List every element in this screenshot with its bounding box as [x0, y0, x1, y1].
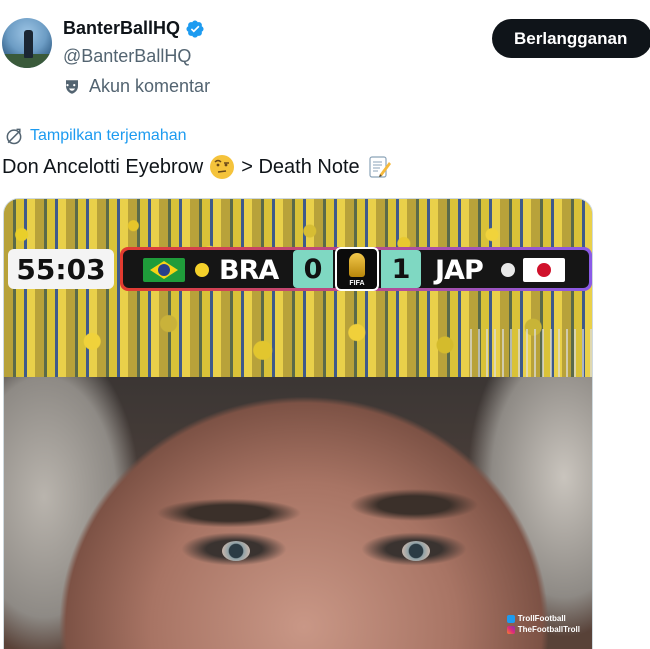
instagram-icon	[506, 625, 515, 634]
watermark-twitter: TrollFootball	[506, 614, 580, 623]
away-team: JAP	[435, 255, 484, 286]
author-display-name[interactable]: BanterBallHQ	[63, 18, 180, 39]
home-score: 0	[293, 250, 333, 288]
match-clock: 55:03	[8, 249, 114, 289]
twitter-bird-icon	[506, 614, 515, 623]
home-color-dot	[195, 263, 209, 277]
watermark: TrollFootball TheFootballTroll	[506, 614, 580, 634]
away-score: 1	[381, 250, 421, 288]
brazil-flag-icon	[143, 258, 185, 282]
score-bar: BRA 0 FIFA 1 JAP	[120, 247, 592, 291]
author-handle[interactable]: @BanterBallHQ	[63, 46, 191, 67]
right-eye	[402, 541, 430, 561]
watermark-instagram-text: TheFootballTroll	[517, 625, 580, 634]
raised-eyebrow-emoji-icon	[210, 155, 235, 179]
ancelotti-face-image: TrollFootball TheFootballTroll	[4, 377, 592, 649]
subscribe-button[interactable]: Berlangganan	[492, 19, 650, 58]
avatar-figure	[24, 30, 33, 58]
world-cup-trophy-icon: FIFA	[335, 247, 379, 291]
scoreboard: 55:03 BRA 0 FIFA 1 JAP	[4, 243, 592, 293]
author-name-row: BanterBallHQ	[63, 18, 205, 39]
translate-globe-icon	[6, 128, 22, 145]
tweet-text-part1: Don Ancelotti Eyebrow	[2, 155, 204, 178]
score-bar-inner: BRA 0 FIFA 1 JAP	[123, 247, 589, 291]
left-eye	[222, 541, 250, 561]
tweet-text-part2: > Death Note	[241, 155, 360, 178]
account-type-label: Akun komentar	[63, 76, 210, 97]
account-type-text: Akun komentar	[89, 76, 211, 96]
watermark-twitter-text: TrollFootball	[517, 614, 566, 623]
watermark-instagram: TheFootballTroll	[506, 625, 580, 634]
translate-link[interactable]: Tampilkan terjemahan	[4, 126, 187, 146]
tweet-media[interactable]: 55:03 BRA 0 FIFA 1 JAP TrollFootball The…	[3, 198, 593, 649]
verified-badge-icon	[186, 19, 204, 38]
away-color-dot	[501, 263, 515, 277]
memo-emoji-icon	[369, 156, 391, 178]
translate-label[interactable]: Tampilkan terjemahan	[30, 127, 187, 145]
stadium-railing	[464, 329, 592, 377]
japan-flag-icon	[523, 258, 565, 282]
home-team: BRA	[219, 255, 279, 286]
theater-mask-icon	[66, 79, 78, 94]
trophy-badge-label: FIFA	[349, 280, 365, 287]
tweet-text: Don Ancelotti Eyebrow > Death Note	[2, 154, 398, 180]
avatar[interactable]	[2, 18, 52, 68]
